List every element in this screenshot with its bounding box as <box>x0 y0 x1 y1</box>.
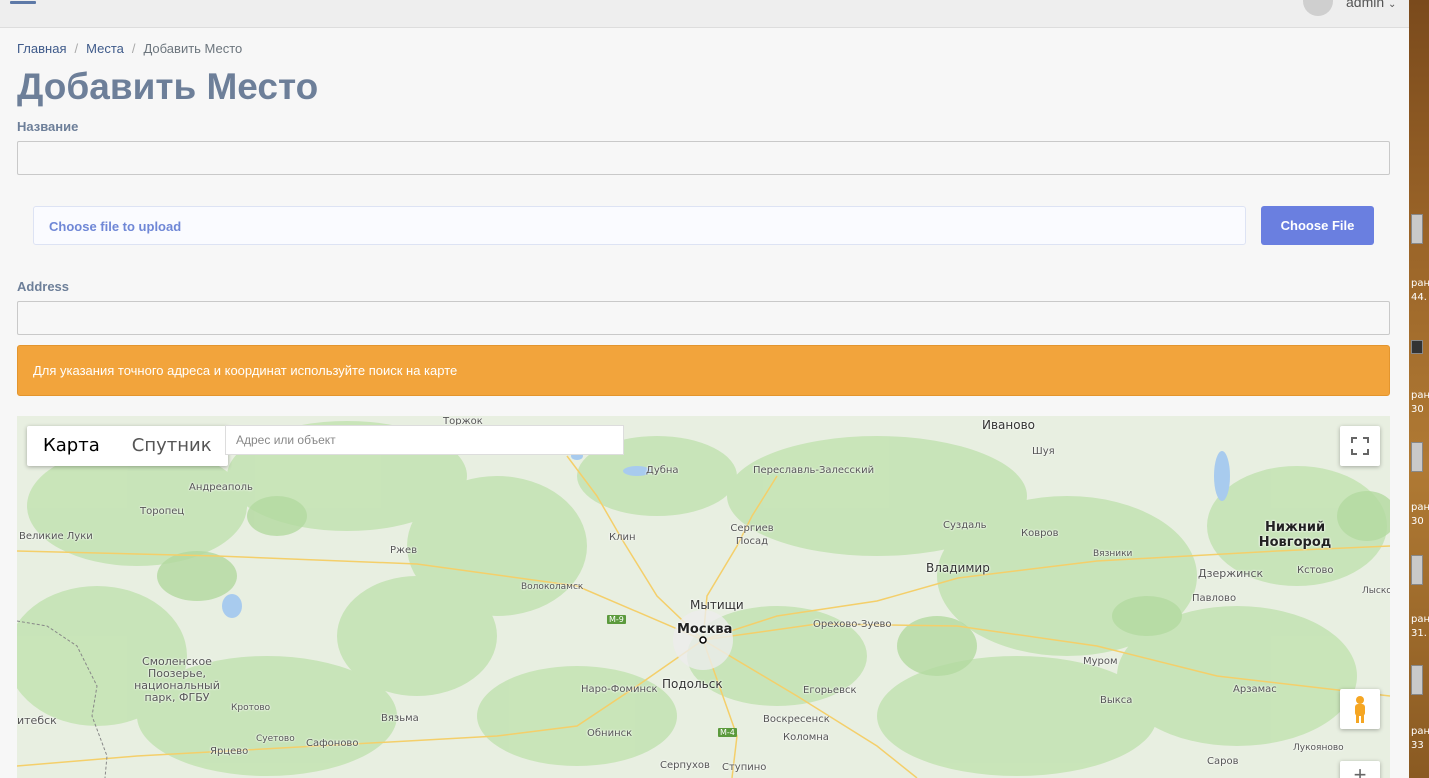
breadcrumb: Главная / Места / Добавить Место <box>17 41 242 56</box>
map-label: Торопец <box>140 506 185 517</box>
map-label: Великие Луки <box>19 531 93 542</box>
map-label: Смоленское Поозерье, национальный парк, … <box>134 655 220 704</box>
map-label: Обнинск <box>587 728 633 739</box>
pegman-icon <box>1355 696 1365 723</box>
file-upload-placeholder: Choose file to upload <box>49 219 182 234</box>
map-label: Арзамас <box>1233 684 1277 695</box>
fullscreen-button[interactable] <box>1340 426 1380 466</box>
address-input[interactable] <box>17 301 1390 335</box>
desktop-file-icon[interactable] <box>1411 555 1423 585</box>
user-name: admin <box>1346 0 1385 10</box>
map-label: Москва <box>677 622 733 637</box>
map-label: Орехово-Зуево <box>813 619 892 630</box>
map-label: Владимир <box>926 561 990 575</box>
map-label: Вязники <box>1093 549 1133 559</box>
desktop-file-icon[interactable] <box>1411 340 1423 354</box>
name-label: Название <box>17 119 79 134</box>
map-label: Мытищи <box>690 598 744 612</box>
map-label: Суздаль <box>943 520 987 531</box>
map-label: Подольск <box>662 677 723 691</box>
map-label: Серпухов <box>660 760 710 771</box>
desktop-label: ран <box>1411 278 1429 289</box>
desktop-label: ран <box>1411 502 1429 513</box>
street-view-button[interactable] <box>1340 689 1380 729</box>
avatar[interactable] <box>1303 0 1333 16</box>
map-search-input[interactable] <box>225 425 624 455</box>
desktop-label: ран <box>1411 614 1429 625</box>
breadcrumb-places-link[interactable]: Места <box>86 41 124 56</box>
desktop-label: ран <box>1411 390 1429 401</box>
map-label: Воскресенск <box>763 714 830 725</box>
map-label: Сафоново <box>306 738 359 749</box>
map-label: Наро-Фоминск <box>581 684 658 695</box>
map-hint-alert: Для указания точного адреса и координат … <box>17 345 1390 396</box>
map-label: Кстово <box>1297 565 1334 576</box>
desktop-label: 31. <box>1411 628 1427 639</box>
top-navbar: admin ⌄ <box>0 0 1409 28</box>
map-label: Иваново <box>982 418 1036 432</box>
map-label: Дзержинск <box>1198 567 1264 580</box>
desktop-file-icon[interactable] <box>1411 214 1423 244</box>
file-upload-field[interactable]: Choose file to upload <box>33 206 1246 245</box>
map-label: Ступино <box>722 762 767 773</box>
desktop-file-icon[interactable] <box>1411 665 1423 695</box>
desktop-label: 30 <box>1411 404 1424 415</box>
map-label: Лукояново <box>1293 743 1344 753</box>
map-type-satellite-button[interactable]: Спутник <box>116 426 228 466</box>
map-label: Нижний Новгород <box>1258 520 1332 550</box>
chevron-down-icon: ⌄ <box>1388 0 1397 10</box>
desktop-label: 30 <box>1411 516 1424 527</box>
page-title: Добавить Место <box>17 66 319 107</box>
breadcrumb-current: Добавить Место <box>143 41 243 56</box>
choose-file-button[interactable]: Choose File <box>1261 206 1374 245</box>
map-type-control: Карта Спутник <box>27 426 228 466</box>
map-label: Ковров <box>1021 528 1059 539</box>
desktop-label: 44. <box>1411 292 1427 303</box>
map-widget[interactable]: Торжок Иваново Шуя Дубна Переславль-Зале… <box>17 416 1390 778</box>
map-label: Лысков <box>1362 586 1390 596</box>
map-label: Дубна <box>646 465 679 476</box>
fullscreen-icon <box>1351 437 1369 455</box>
map-label: Волоколамск <box>521 582 584 592</box>
desktop-label: 33 <box>1411 740 1424 751</box>
address-label: Address <box>17 279 70 294</box>
zoom-in-button[interactable]: + <box>1340 761 1380 778</box>
map-label: Шуя <box>1032 446 1055 457</box>
desktop-file-icon[interactable] <box>1411 442 1423 472</box>
breadcrumb-separator: / <box>131 41 136 56</box>
map-label: Ржев <box>390 545 418 556</box>
map-label: Клин <box>609 532 636 543</box>
map-label: Егорьевск <box>803 685 857 696</box>
map-label: Вязьма <box>381 713 419 724</box>
map-type-map-button[interactable]: Карта <box>27 426 116 466</box>
map-label: Выкса <box>1100 695 1133 706</box>
name-input[interactable] <box>17 141 1390 175</box>
map-label: Ярцево <box>210 746 249 757</box>
desktop-label: ран <box>1411 726 1429 737</box>
map-label: Коломна <box>783 732 829 743</box>
map-label: Саров <box>1207 756 1239 767</box>
map-tiles <box>17 416 1390 778</box>
map-label: итебск <box>17 714 57 727</box>
breadcrumb-separator: / <box>74 41 79 56</box>
user-menu[interactable]: admin ⌄ <box>1346 0 1396 10</box>
hamburger-menu-icon[interactable] <box>10 0 36 10</box>
map-label: Кротово <box>231 703 271 713</box>
desktop-background-strip: ран 44. ран 30 ран 30 ран 31. ран 33 <box>1409 0 1429 778</box>
map-label: Суетово <box>256 734 295 744</box>
highway-shield: M-9 <box>607 615 626 624</box>
map-label: Сергиев Посад <box>730 523 774 547</box>
map-label: Муром <box>1083 656 1118 667</box>
breadcrumb-home-link[interactable]: Главная <box>17 41 66 56</box>
highway-shield: M-4 <box>718 728 737 737</box>
map-label: Андреаполь <box>189 482 253 493</box>
map-label: Переславль-Залесский <box>753 465 875 476</box>
map-label: Павлово <box>1192 593 1237 604</box>
